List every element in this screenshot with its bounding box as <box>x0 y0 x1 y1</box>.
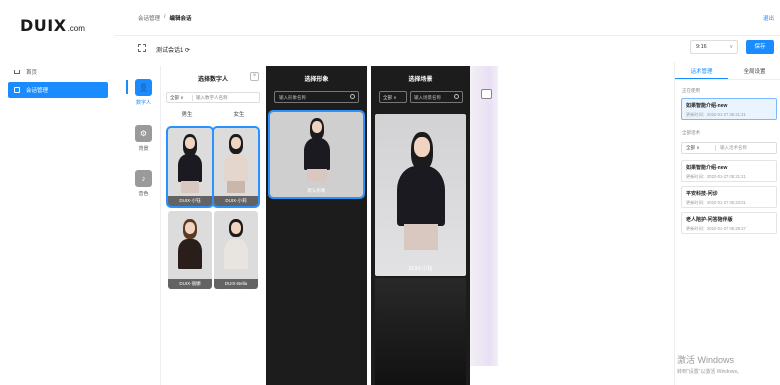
logo-suffix: .com <box>67 24 85 33</box>
background-tool-button[interactable]: ⚙ <box>135 125 152 142</box>
search-input[interactable]: 输入数字人名称 <box>193 95 259 101</box>
breadcrumb-separator: / <box>164 14 166 20</box>
session-title[interactable]: 测试会话1 ⟳ <box>156 45 190 54</box>
watermark-subtitle: 转到“设置”以激活 Windows。 <box>677 369 743 375</box>
digital-person-thumb[interactable]: DUIX-小莉 <box>212 126 260 208</box>
activation-watermark: 激活 Windows 转到“设置”以激活 Windows。 <box>677 353 742 375</box>
canvas-area[interactable] <box>470 66 498 366</box>
rail-label: 音色 <box>138 191 149 197</box>
card-title: 如果智能介绍-new <box>686 103 728 109</box>
panel-title: 选择场景 <box>408 77 433 83</box>
card-title: 如果智能介绍-new <box>686 165 728 171</box>
image-thumb[interactable]: 默认形象 <box>268 110 365 199</box>
scene-preview[interactable]: DUIX-小钰 <box>375 114 466 276</box>
category-select[interactable]: 全部 ∨ <box>167 94 193 101</box>
script-card[interactable]: 平安科技-问诊 更新时间：2022-01-27 05:23:01 <box>681 186 777 208</box>
sidebar-item-session-management[interactable]: 会话管理 <box>8 82 108 98</box>
breadcrumb-current: 编辑会话 <box>169 16 192 22</box>
script-tabs: 话术管理 全局设置 <box>675 66 780 80</box>
tab-global-settings[interactable]: 全局设置 <box>728 66 780 79</box>
scene-select-panel: 选择场景 全部 ∨ 输入场景名称 DUIX-小钰 <box>371 66 470 385</box>
expand-icon[interactable] <box>138 44 146 52</box>
search-placeholder: 输入场景名称 <box>414 95 441 100</box>
script-filter: 全部 ∨ 输入话术名称 <box>681 142 777 154</box>
image-icon[interactable] <box>481 89 492 99</box>
script-card-in-use[interactable]: 如果智能介绍-new 更新时间：2022-01-27 05:21:21 <box>681 98 777 120</box>
card-subtitle: 更新时间：2022-01-27 05:21:21 <box>686 174 746 179</box>
voice-icon: ♪ <box>141 174 146 183</box>
logo-text: DUIX <box>20 16 67 35</box>
logo: DUIX .com <box>20 16 85 34</box>
ratio-select[interactable]: 9:16 ∨ <box>690 40 738 54</box>
logout-link[interactable]: 退出 <box>763 14 774 22</box>
background-icon: ⚙ <box>139 129 148 138</box>
avatar <box>221 219 251 285</box>
digital-person-thumb[interactable]: DUIX-Bella <box>214 211 258 289</box>
tab-male[interactable]: 男生 <box>181 110 192 118</box>
tool-rail: 👤 数字人 ⚙ 背景 ♪ 音色 <box>126 66 161 385</box>
script-category-select[interactable]: 全部 ∨ <box>682 145 716 151</box>
breadcrumb-item[interactable]: 会话管理 <box>138 14 160 22</box>
search-placeholder: 输入形象名称 <box>279 95 306 100</box>
rail-active-indicator <box>126 80 128 94</box>
script-card[interactable]: 老人陪护-问答陪伴版 更新时间：2022-01-27 05:29:37 <box>681 212 777 234</box>
save-button[interactable]: 保存 <box>746 40 774 54</box>
section-label: 正在使用 <box>682 88 700 93</box>
image-search-input[interactable]: 输入形象名称 <box>274 91 359 103</box>
sidebar: DUIX .com 首页 会话管理 <box>0 0 114 385</box>
close-icon[interactable]: × <box>250 72 259 81</box>
top-bar: 会话管理 / 编辑会话 退出 <box>114 0 780 36</box>
avatar <box>391 132 451 272</box>
digital-person-thumb[interactable]: DUIX-丽娜 <box>168 211 212 289</box>
chat-icon <box>14 87 20 93</box>
preview-reflection <box>375 278 466 385</box>
tab-female[interactable]: 女生 <box>233 110 244 118</box>
script-search-input[interactable]: 输入话术名称 <box>716 145 776 151</box>
panel-title: 选择形象 <box>304 77 329 83</box>
gender-tabs: 男生 女生 <box>161 110 265 118</box>
digital-person-tool-button[interactable]: 👤 <box>135 79 152 96</box>
sidebar-item-label: 会话管理 <box>26 88 49 94</box>
voice-tool-button[interactable]: ♪ <box>135 170 152 187</box>
image-select-panel: 选择形象 输入形象名称 默认形象 <box>266 66 367 385</box>
sidebar-item-home[interactable]: 首页 <box>8 64 108 80</box>
title-bar: 测试会话1 ⟳ 9:16 ∨ 保存 <box>114 36 780 62</box>
thumb-caption: DUIX-丽娜 <box>168 279 212 289</box>
person-icon: 👤 <box>138 83 149 92</box>
avatar <box>300 118 334 194</box>
scene-category-select[interactable]: 全部 ∨ <box>379 91 407 103</box>
thumb-caption: DUIX-小钰 <box>168 196 212 206</box>
ratio-value: 9:16 <box>696 44 707 50</box>
avatar <box>221 134 251 200</box>
card-subtitle: 更新时间：2022-01-27 05:21:21 <box>686 112 746 117</box>
rail-label: 数字人 <box>135 100 151 106</box>
digital-person-thumb[interactable]: DUIX-小钰 <box>166 126 214 208</box>
sidebar-item-label: 首页 <box>26 70 38 76</box>
avatar <box>175 219 205 285</box>
card-subtitle: 更新时间：2022-01-27 05:29:37 <box>686 226 746 231</box>
thumb-caption: DUIX-小莉 <box>214 196 258 206</box>
script-panel: 话术管理 全局设置 正在使用 如果智能介绍-new 更新时间：2022-01-2… <box>674 62 780 385</box>
card-title: 老人陪护-问答陪伴版 <box>686 217 733 223</box>
chevron-down-icon: ∨ <box>729 44 733 50</box>
avatar <box>175 134 205 200</box>
home-icon <box>14 70 20 74</box>
preview-caption: DUIX-小钰 <box>408 266 433 272</box>
thumb-caption: DUIX-Bella <box>214 279 258 289</box>
digital-person-panel: 选择数字人 × 全部 ∨ 输入数字人名称 男生 女生 DUIX-小钰 DUIX-… <box>161 66 265 385</box>
script-card[interactable]: 如果智能介绍-new 更新时间：2022-01-27 05:21:21 <box>681 160 777 182</box>
digital-person-filter: 全部 ∨ 输入数字人名称 <box>166 92 260 103</box>
card-subtitle: 更新时间：2022-01-27 05:23:01 <box>686 200 746 205</box>
card-title: 平安科技-问诊 <box>686 191 718 197</box>
scene-search-input[interactable]: 输入场景名称 <box>410 91 463 103</box>
rail-label: 背景 <box>138 146 149 152</box>
section-label: 全部话术 <box>682 130 700 135</box>
thumb-caption: 默认形象 <box>307 188 326 193</box>
tab-script-management[interactable]: 话术管理 <box>675 66 728 79</box>
search-icon <box>350 94 355 99</box>
search-icon <box>454 94 459 99</box>
breadcrumb: 会话管理 / 编辑会话 <box>138 14 192 22</box>
watermark-title: 激活 Windows <box>677 355 735 365</box>
